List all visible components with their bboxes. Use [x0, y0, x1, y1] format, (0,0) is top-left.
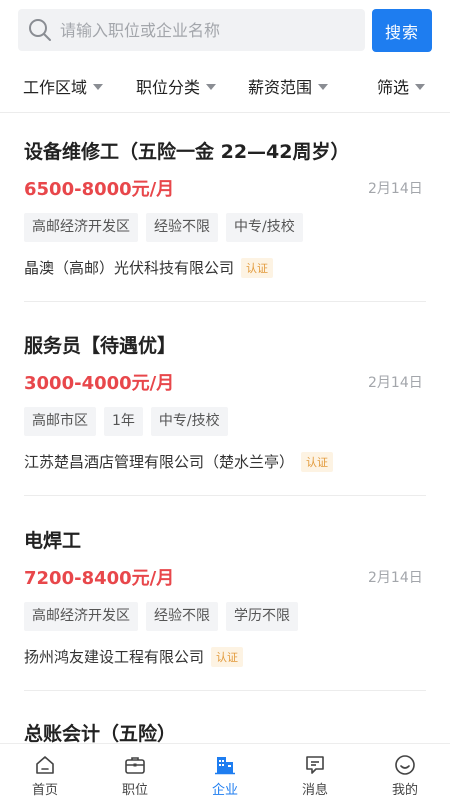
company-row: 晶澳（高邮）光伏科技有限公司 认证: [24, 257, 274, 278]
company-row: 江苏楚昌酒店管理有限公司（楚水兰亭） 认证: [24, 451, 334, 472]
search-input[interactable]: [60, 20, 340, 40]
verified-badge: 认证: [211, 646, 244, 667]
nav-item-home[interactable]: 首页: [0, 744, 90, 800]
filter-salary-range[interactable]: 薪资范围: [248, 74, 329, 98]
message-icon: [304, 754, 326, 776]
job-title: 服务员【待遇优】: [24, 335, 177, 357]
job-card[interactable]: 总账会计（五险）: [0, 719, 450, 743]
filter-more[interactable]: 筛选: [377, 74, 426, 98]
filter-label: 薪资范围: [248, 78, 313, 97]
job-tags: 高邮市区 1年 中专/技校: [24, 407, 236, 436]
profile-icon: [394, 754, 416, 776]
job-title: 总账会计（五险）: [24, 723, 177, 743]
job-title: 电焊工: [24, 530, 82, 552]
chevron-down-icon: [93, 83, 104, 90]
nav-label: 消息: [301, 783, 328, 798]
job-tags: 高邮经济开发区 经验不限 中专/技校: [24, 213, 311, 242]
job-tag: 高邮经济开发区: [24, 213, 138, 242]
job-date: 2月14日: [368, 181, 423, 197]
job-salary: 6500-8000元/月: [24, 179, 175, 200]
nav-item-profile[interactable]: 我的: [360, 744, 450, 800]
filter-job-category[interactable]: 职位分类: [136, 74, 217, 98]
search-icon: [28, 18, 52, 42]
company-name: 扬州鸿友建设工程有限公司: [24, 648, 205, 666]
company-name: 晶澳（高邮）光伏科技有限公司: [24, 259, 235, 277]
nav-item-jobs[interactable]: 职位: [90, 744, 180, 800]
building-icon: [214, 754, 236, 776]
job-tag: 经验不限: [146, 213, 218, 242]
job-tag: 经验不限: [146, 602, 218, 631]
job-tags: 高邮经济开发区 经验不限 学历不限: [24, 602, 306, 631]
filter-label: 筛选: [377, 78, 410, 97]
nav-label: 企业: [211, 783, 238, 798]
briefcase-icon: [124, 754, 146, 776]
top-bar: 搜索 工作区域 职位分类 薪资范围 筛选: [0, 0, 450, 113]
job-card[interactable]: 服务员【待遇优】 3000-4000元/月 2月14日 高邮市区 1年 中专/技…: [0, 331, 450, 501]
chevron-down-icon: [415, 83, 426, 90]
verified-badge: 认证: [241, 257, 274, 278]
job-tag: 中专/技校: [150, 407, 228, 436]
nav-label: 首页: [31, 783, 58, 798]
job-date: 2月14日: [368, 375, 423, 391]
filter-label: 工作区域: [23, 78, 88, 97]
filter-bar: 工作区域 职位分类 薪资范围 筛选: [0, 66, 450, 106]
nav-label: 职位: [121, 783, 148, 798]
job-tag: 高邮经济开发区: [24, 602, 138, 631]
chevron-down-icon: [206, 83, 217, 90]
divider: [0, 112, 450, 113]
company-row: 扬州鸿友建设工程有限公司 认证: [24, 646, 244, 667]
job-tag: 1年: [104, 407, 143, 436]
job-card[interactable]: 电焊工 7200-8400元/月 2月14日 高邮经济开发区 经验不限 学历不限…: [0, 526, 450, 696]
job-tag: 中专/技校: [226, 213, 303, 242]
home-icon: [34, 754, 56, 776]
job-card[interactable]: 设备维修工（五险一金 22—42周岁） 6500-8000元/月 2月14日 高…: [0, 137, 450, 307]
bottom-nav: 首页 职位 企业 消息 我的: [0, 743, 450, 800]
job-title: 设备维修工（五险一金 22—42周岁）: [24, 141, 350, 163]
nav-item-company[interactable]: 企业: [180, 744, 270, 800]
search-box[interactable]: [18, 9, 365, 51]
divider: [24, 495, 426, 496]
company-name: 江苏楚昌酒店管理有限公司（楚水兰亭）: [24, 453, 295, 471]
job-tag: 学历不限: [226, 602, 298, 631]
verified-badge: 认证: [301, 451, 334, 472]
job-salary: 3000-4000元/月: [24, 373, 175, 394]
divider: [24, 301, 426, 302]
job-tag: 高邮市区: [24, 407, 96, 436]
filter-label: 职位分类: [136, 78, 201, 97]
job-salary: 7200-8400元/月: [24, 568, 175, 589]
job-date: 2月14日: [368, 570, 423, 586]
divider: [24, 690, 426, 691]
search-button[interactable]: 搜索: [372, 9, 432, 52]
nav-item-messages[interactable]: 消息: [270, 744, 360, 800]
chevron-down-icon: [318, 83, 329, 90]
nav-label: 我的: [391, 783, 418, 798]
filter-work-area[interactable]: 工作区域: [23, 74, 104, 98]
